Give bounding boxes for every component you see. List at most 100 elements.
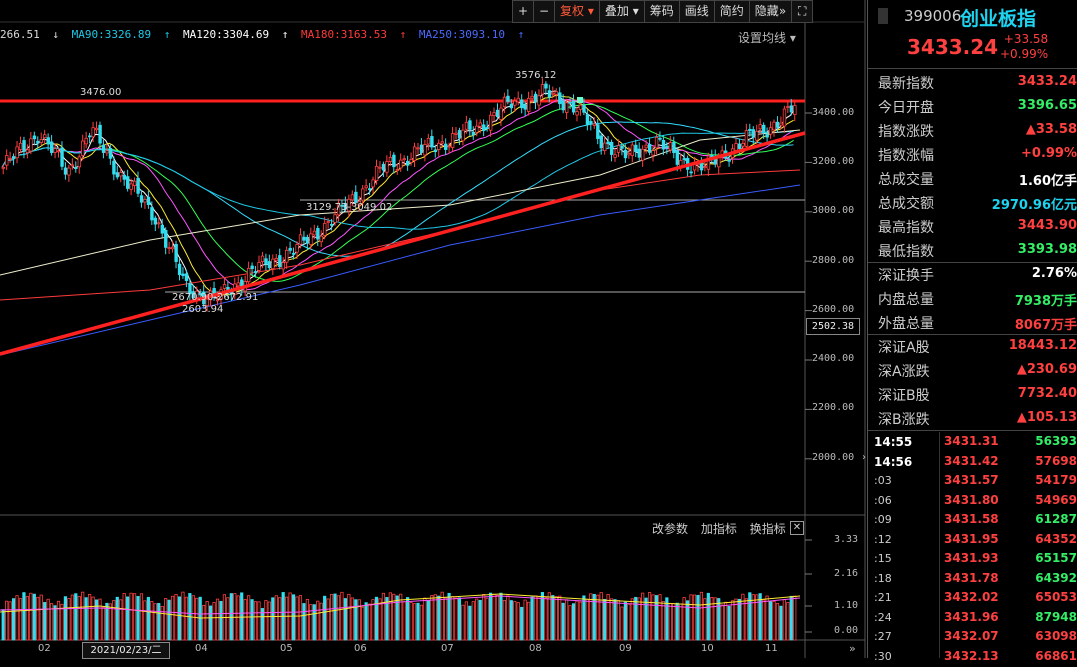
candle-body [91,127,95,138]
candle-body [554,91,559,95]
candle-body [520,99,524,109]
candle-body [464,121,469,130]
y-tick: 3200.00 [812,156,855,167]
divider [939,432,940,658]
candle-body [177,263,182,276]
tick-volume: 87948 [1035,609,1077,624]
ma90-value: MA90:3326.89 ↑ [71,28,171,41]
stat-label: 最新指数 [878,76,934,92]
kline-chart[interactable] [0,0,866,658]
minus-icon[interactable]: − [533,0,555,23]
diejia-label: 叠加 [604,4,629,18]
candle-body [302,236,306,241]
volume-bar [84,597,88,641]
volume-bar [647,592,652,641]
plus-icon[interactable]: + [512,0,534,23]
annotation-range-low: 2670.90-2672.91 [172,292,259,303]
volume-bar [547,592,551,641]
candle-body [793,105,797,115]
candle-body [423,144,427,156]
candle-body [278,255,282,267]
candle-body [112,160,116,175]
volume-bar [513,601,517,641]
volume-bar [575,600,579,641]
candle-body [361,188,365,201]
stat-row: 指数涨幅 +0.99% [868,142,1077,166]
ma250-line [0,184,801,356]
candle-body [703,166,707,168]
tick-row: :03 3431.57 54179 [868,471,1077,491]
volume-bar [558,595,562,641]
huaxian-button[interactable]: 画线 [678,0,715,23]
ma-first-value: 266.51 ↓ [0,28,59,41]
stat-row: 今日开盘 3396.65 [868,94,1077,118]
tick-time: :12 [874,532,892,546]
volume-bar [641,592,645,641]
candle-body [675,150,680,165]
volume-bar [423,597,427,641]
stat-row: 最高指数 3443.90 [868,214,1077,238]
collapse-panel-icon[interactable]: › [862,452,866,463]
setting-ma-label: 设置均线 [738,31,787,45]
volume-bar [468,605,472,641]
divider [868,262,1077,263]
setting-ma-button[interactable]: 设置均线 ▾ [738,29,796,46]
add-indicator-button[interactable]: 加指标 [701,522,737,536]
scroll-right-icon[interactable]: » [849,642,856,655]
candle-body [530,95,534,99]
switch-indicator-button[interactable]: 换指标 [750,522,786,536]
fuquan-button[interactable]: 复权 ▾ [554,0,600,23]
candle-body [689,171,693,174]
volume-bar [499,592,503,641]
volume-bar [492,593,496,641]
candle-body [762,124,766,133]
candle-body [540,84,545,95]
annotation-low: 2603.94 [182,304,224,315]
candle-body [447,145,451,148]
volume-bar [195,597,199,641]
change-params-button[interactable]: 改参数 [652,522,688,536]
volume-bar [202,605,206,641]
volume-bar [364,602,368,641]
volume-bar [53,605,57,641]
volume-bar [88,593,92,641]
x-tick: 10 [701,643,714,654]
panel-handle[interactable] [878,8,888,24]
stat-label: 内盘总量 [878,292,934,308]
volume-bar [685,600,690,641]
expand-icon[interactable]: ⛶ [791,0,814,23]
candle-body [658,137,662,140]
volume-bar [475,598,479,641]
volume-bar [540,592,545,641]
volume-bar [115,596,119,641]
volume-bar [56,600,61,641]
volume-bar [613,599,617,641]
volume-bar [323,595,327,641]
volume-bar [433,594,437,641]
close-icon[interactable]: ✕ [790,521,804,535]
candle-body [378,166,382,169]
stat-value: 3396.65 [1017,98,1077,113]
volume-bar [748,592,752,641]
jianyue-button[interactable]: 简约 [713,0,750,23]
volume-bar [22,592,26,641]
candle-body [457,130,462,139]
volume-bar [8,601,12,641]
stat-row: 深A涨跌 ▲230.69 [868,358,1077,382]
candle-body [450,133,455,148]
diejia-button[interactable]: 叠加 ▾ [598,0,645,23]
candle-body [592,123,597,126]
volume-bar [482,593,486,641]
volume-tick: 0.00 [834,625,859,636]
chouma-button[interactable]: 筹码 [643,0,680,23]
volume-bar [329,593,334,641]
x-tick: 04 [195,643,208,654]
volume-bar [679,603,683,641]
candle-body [43,134,47,139]
yincang-button[interactable]: 隐藏» [748,0,793,23]
candle-body [578,104,583,110]
volume-bar [70,594,74,641]
ma180-value: MA180:3163.53 ↑ [300,28,407,41]
tick-time: 14:56 [874,454,913,469]
volume-bar [350,597,354,641]
